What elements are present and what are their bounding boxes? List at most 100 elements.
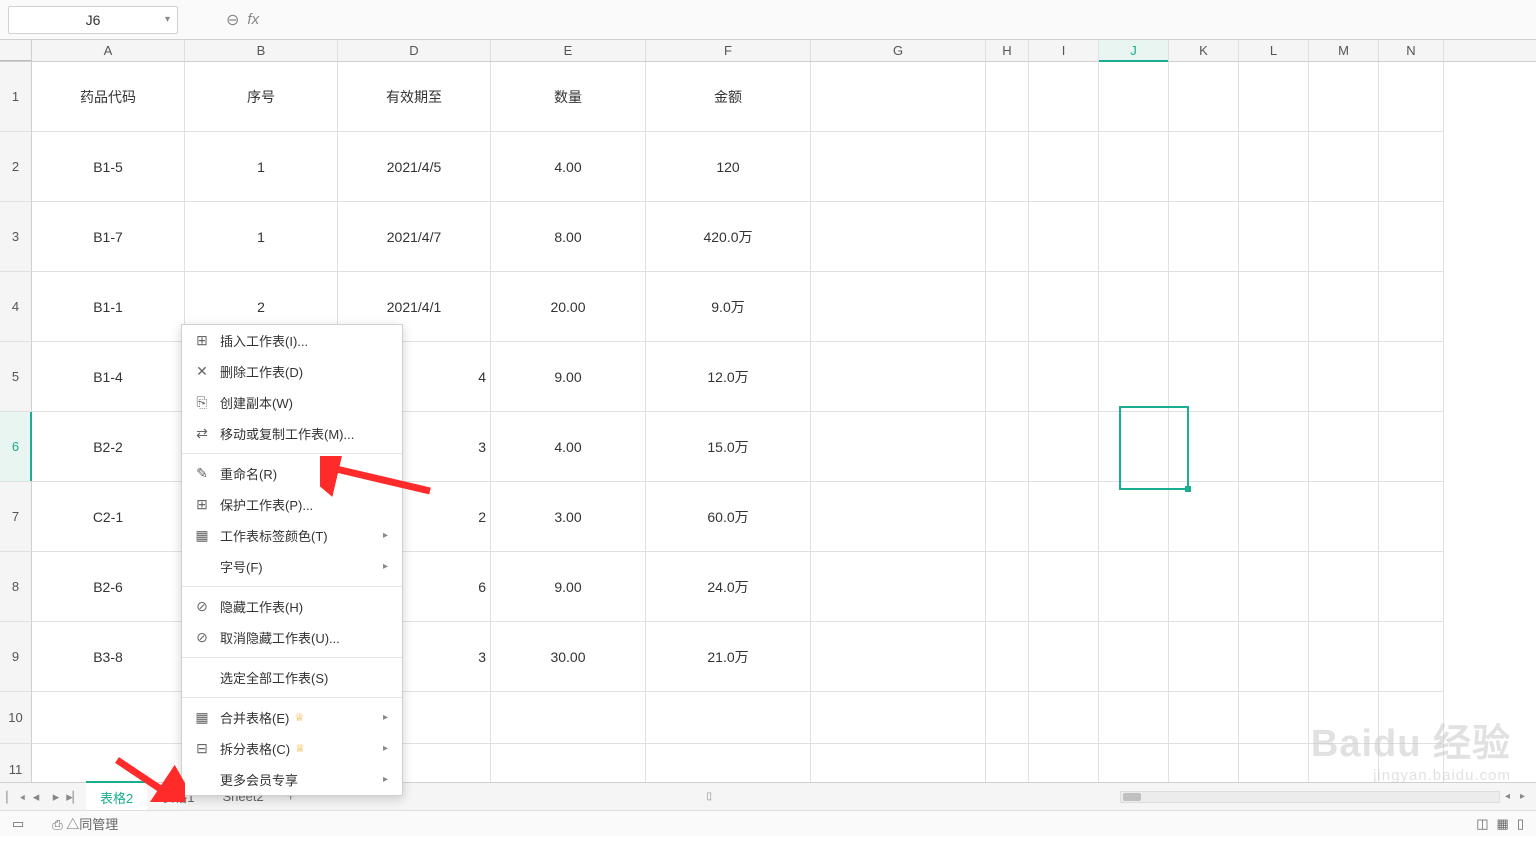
cell[interactable]: B2-6 [32, 552, 185, 622]
cell[interactable] [1309, 552, 1379, 622]
cell[interactable] [1099, 272, 1169, 342]
cell[interactable] [1029, 62, 1099, 132]
cell[interactable] [1169, 62, 1239, 132]
cell[interactable] [1169, 272, 1239, 342]
cell[interactable] [811, 132, 986, 202]
row-header[interactable]: 6 [0, 412, 32, 482]
status-view-icon-3[interactable]: ▯ [1517, 816, 1524, 832]
cell[interactable] [1379, 342, 1444, 412]
sheet-nav-last-icon[interactable]: ▸⎸ [66, 789, 86, 805]
cell[interactable] [1379, 692, 1444, 744]
cell[interactable]: 1 [185, 132, 338, 202]
cell[interactable] [1309, 482, 1379, 552]
cell[interactable] [1169, 482, 1239, 552]
col-header-E[interactable]: E [491, 40, 646, 61]
hscroll-thumb[interactable] [1123, 793, 1141, 801]
menu-item[interactable]: ✕删除工作表(D) [182, 356, 402, 387]
cell[interactable]: 15.0万 [646, 412, 811, 482]
menu-item[interactable]: 字号(F)▸ [182, 551, 402, 582]
cell[interactable] [986, 482, 1029, 552]
col-header-D[interactable]: D [338, 40, 491, 61]
cell[interactable] [491, 692, 646, 744]
cell[interactable] [1379, 552, 1444, 622]
cell[interactable]: B2-2 [32, 412, 185, 482]
cell[interactable] [811, 622, 986, 692]
cell[interactable]: 9.0万 [646, 272, 811, 342]
menu-item[interactable]: ⊞保护工作表(P)... [182, 489, 402, 520]
zoom-out-icon[interactable]: ⊖ [226, 10, 239, 30]
cell[interactable] [1379, 412, 1444, 482]
cell[interactable]: 数量 [491, 62, 646, 132]
cell[interactable] [986, 342, 1029, 412]
cell[interactable] [1099, 622, 1169, 692]
cell[interactable] [811, 412, 986, 482]
hscroll-track[interactable] [1120, 791, 1500, 803]
row-header[interactable]: 2 [0, 132, 32, 202]
cell[interactable]: 24.0万 [646, 552, 811, 622]
cell[interactable] [1309, 132, 1379, 202]
menu-item[interactable]: ⊘取消隐藏工作表(U)... [182, 622, 402, 653]
cell[interactable]: 20.00 [491, 272, 646, 342]
cell[interactable] [1239, 552, 1309, 622]
formula-input[interactable] [269, 6, 1528, 34]
row-header[interactable]: 8 [0, 552, 32, 622]
cell[interactable] [1379, 132, 1444, 202]
cell[interactable]: 序号 [185, 62, 338, 132]
cell[interactable]: 9.00 [491, 342, 646, 412]
col-header-H[interactable]: H [986, 40, 1029, 61]
cell[interactable] [1169, 412, 1239, 482]
status-view-icon-1[interactable]: ◫ [1476, 816, 1488, 832]
cell[interactable]: 2021/4/5 [338, 132, 491, 202]
col-header-G[interactable]: G [811, 40, 986, 61]
row-header[interactable]: 4 [0, 272, 32, 342]
cell[interactable] [1309, 622, 1379, 692]
menu-item[interactable]: 选定全部工作表(S) [182, 662, 402, 693]
cell[interactable]: 1 [185, 202, 338, 272]
cell[interactable] [1099, 552, 1169, 622]
cell[interactable] [1029, 132, 1099, 202]
cell[interactable] [811, 342, 986, 412]
cell[interactable] [1309, 412, 1379, 482]
cell[interactable] [811, 552, 986, 622]
cell[interactable]: 420.0万 [646, 202, 811, 272]
cell[interactable]: 4.00 [491, 132, 646, 202]
cell[interactable] [1239, 622, 1309, 692]
col-header-L[interactable]: L [1239, 40, 1309, 61]
row-header[interactable]: 1 [0, 62, 32, 132]
menu-item[interactable]: ⊟拆分表格(C)♕▸ [182, 733, 402, 764]
cell[interactable] [1309, 692, 1379, 744]
row-header[interactable]: 9 [0, 622, 32, 692]
cell[interactable] [1239, 482, 1309, 552]
menu-item[interactable]: ⇄移动或复制工作表(M)... [182, 418, 402, 449]
cell[interactable] [1169, 622, 1239, 692]
cell[interactable]: 8.00 [491, 202, 646, 272]
cell[interactable] [1379, 482, 1444, 552]
status-left-icon[interactable]: ▭ [12, 816, 24, 832]
cell[interactable] [1239, 132, 1309, 202]
cell[interactable]: 60.0万 [646, 482, 811, 552]
cell[interactable] [1169, 552, 1239, 622]
cell[interactable] [1309, 272, 1379, 342]
cell[interactable] [986, 552, 1029, 622]
cell[interactable] [811, 62, 986, 132]
row-header[interactable]: 3 [0, 202, 32, 272]
cell[interactable] [1029, 692, 1099, 744]
cell[interactable] [1169, 202, 1239, 272]
cell[interactable] [1239, 202, 1309, 272]
cell[interactable] [986, 272, 1029, 342]
cell[interactable] [1379, 622, 1444, 692]
cell[interactable] [1169, 132, 1239, 202]
cell[interactable] [646, 692, 811, 744]
cell[interactable] [1099, 202, 1169, 272]
cell[interactable]: 3.00 [491, 482, 646, 552]
menu-item[interactable]: 更多会员专享▸ [182, 764, 402, 795]
cell[interactable]: 4.00 [491, 412, 646, 482]
cell[interactable] [986, 622, 1029, 692]
cell[interactable]: B3-8 [32, 622, 185, 692]
sheet-nav-next-icon[interactable]: ▸ [46, 789, 66, 805]
menu-item[interactable]: ⊘隐藏工作表(H) [182, 591, 402, 622]
col-header-I[interactable]: I [1029, 40, 1099, 61]
cell[interactable] [1029, 272, 1099, 342]
cell[interactable]: 21.0万 [646, 622, 811, 692]
cell[interactable] [1239, 272, 1309, 342]
